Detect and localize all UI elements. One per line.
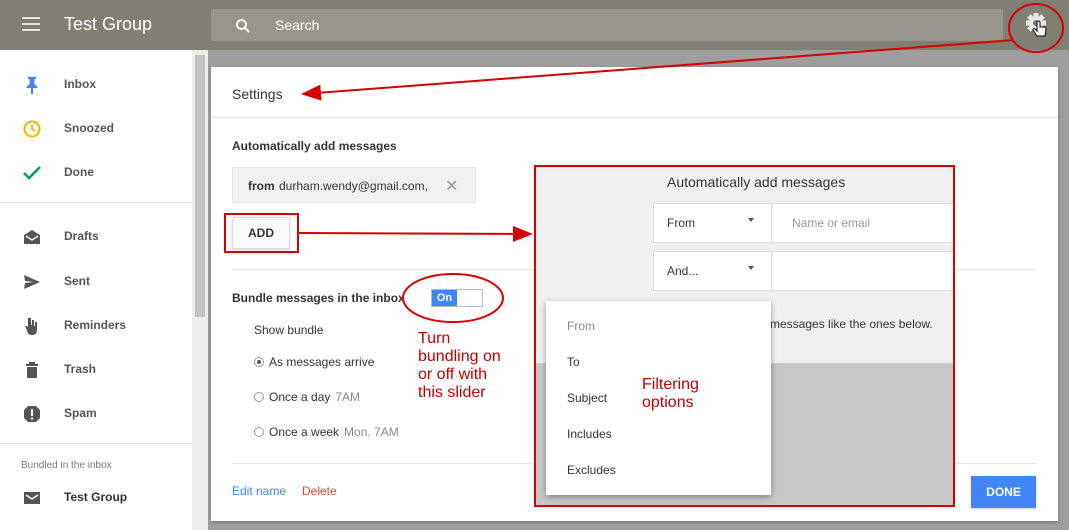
radio-label[interactable]: As messages arrive [269,355,379,369]
radio-label[interactable]: Once a week Mon, 7AM [269,425,399,439]
toggle-on-label: On [432,290,457,306]
checkmark-icon [22,163,42,183]
name-or-email-input[interactable]: Name or email [792,216,870,230]
dropdown-item-excludes[interactable]: Excludes [567,463,616,477]
sidebar-item-label: Test Group [64,490,128,504]
settings-title: Settings [232,86,283,102]
sidebar-item-test-group[interactable]: Test Group [0,480,192,516]
search-icon[interactable] [234,17,252,35]
sidebar-item-snoozed[interactable]: Snoozed [0,111,192,147]
edit-name-link[interactable]: Edit name [232,484,286,498]
spam-icon [22,404,42,424]
pin-icon [22,75,42,95]
chip-email: durham.wendy@gmail.com, [279,179,428,193]
remove-chip-icon[interactable]: ✕ [445,176,458,196]
trash-icon [22,360,42,380]
add-button[interactable]: ADD [232,217,290,249]
bundle-toggle[interactable]: On [431,289,483,307]
and-select[interactable]: And... [654,252,772,290]
radio-once-a-day[interactable] [254,392,264,402]
sidebar-item-label: Trash [64,362,97,376]
app-title: Test Group [64,14,153,34]
sidebar-item-drafts[interactable]: Drafts [0,219,192,255]
settings-header: Settings [211,67,1058,118]
send-icon [22,272,42,292]
radio-once-a-week[interactable] [254,427,264,437]
reminder-hand-icon [22,316,42,336]
slider-annotation: Turn bundling on or off with this slider [418,330,501,401]
sidebar-item-label: Drafts [64,229,99,243]
sidebar-section-label: Bundled in the inbox [21,460,112,471]
gear-icon[interactable] [1021,8,1053,40]
zoom-title: Automatically add messages [667,174,846,190]
sidebar-item-done[interactable]: Done [0,155,192,191]
sidebar: Inbox Snoozed Done Drafts Sent Reminders… [0,50,192,530]
sidebar-item-label: Inbox [64,77,96,91]
sidebar-item-sent[interactable]: Sent [0,264,192,300]
dropdown-item-from[interactable]: From [567,319,595,333]
chip-prefix: from [248,179,275,193]
auto-add-heading: Automatically add messages [232,139,397,153]
scrollbar-thumb[interactable] [195,55,205,317]
search-input[interactable]: Search [275,17,319,33]
hint-text: messages like the ones below. [770,317,933,331]
dropdown-item-includes[interactable]: Includes [567,427,612,441]
radio-label[interactable]: Once a day 7AM [269,390,360,404]
sidebar-item-reminders[interactable]: Reminders [0,308,192,344]
sidebar-item-trash[interactable]: Trash [0,352,192,388]
dropdown-item-to[interactable]: To [567,355,580,369]
filter-row: From Name or email [653,203,953,243]
sidebar-item-label: Done [64,165,94,179]
filter-annotation: Filtering options [642,376,699,411]
sidebar-item-label: Spam [64,406,97,420]
top-app-bar: Test Group Search [0,0,1069,50]
clock-icon [22,119,42,139]
show-bundle-label: Show bundle [254,323,324,337]
field-select[interactable]: From [654,204,772,242]
sidebar-item-label: Sent [64,274,91,288]
filter-row: And... [653,251,953,291]
chevron-down-icon [748,266,754,270]
drafts-icon [22,227,42,247]
search-bar[interactable]: Search [211,9,1003,41]
sidebar-divider [0,202,192,203]
sidebar-divider [0,443,192,444]
radio-as-messages-arrive[interactable] [254,357,264,367]
sidebar-item-label: Reminders [64,318,127,332]
bundle-mail-icon [22,488,42,508]
done-button[interactable]: DONE [971,476,1036,508]
menu-icon[interactable] [22,17,40,31]
dropdown-item-subject[interactable]: Subject [567,391,607,405]
sidebar-scrollbar[interactable] [192,50,208,530]
chevron-down-icon [748,218,754,222]
sidebar-item-label: Snoozed [64,121,114,135]
bundle-heading: Bundle messages in the inbox [232,291,405,305]
sidebar-item-spam[interactable]: Spam [0,396,192,432]
delete-link[interactable]: Delete [302,484,337,498]
sender-chip: from durham.wendy@gmail.com, ✕ [232,167,476,203]
sidebar-item-inbox[interactable]: Inbox [0,67,192,103]
